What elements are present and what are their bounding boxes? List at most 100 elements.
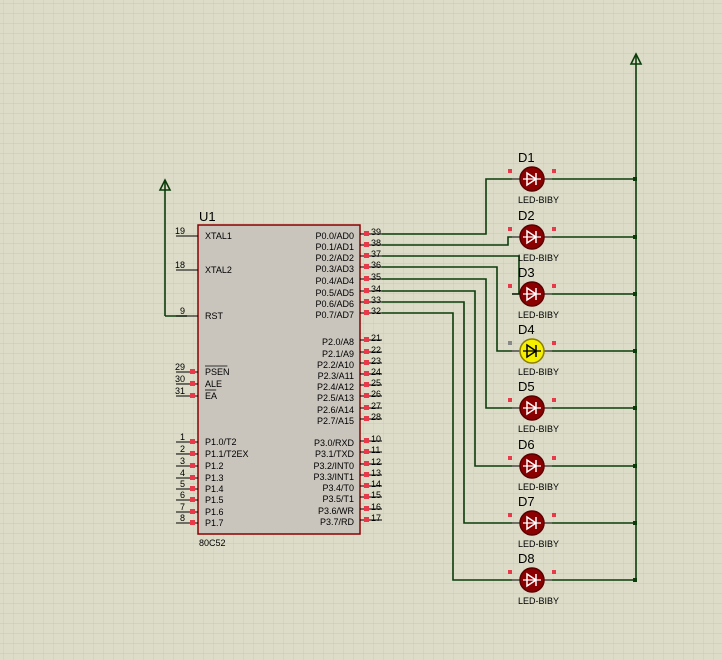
pin-label: P0.2/AD2	[315, 253, 354, 263]
pin-marker	[364, 288, 369, 293]
pin-marker	[190, 497, 195, 502]
pin-label: P2.0/A8	[322, 337, 354, 347]
pin-marker	[508, 513, 512, 517]
pin-number: 13	[371, 468, 381, 478]
pin-label: P3.3/INT1	[313, 472, 354, 482]
pin-number: 5	[180, 479, 185, 489]
pin-number: 26	[371, 389, 381, 399]
pin-marker	[364, 349, 369, 354]
pin-number: 39	[371, 227, 381, 237]
schematic-canvas[interactable]: U1 80C52 19 XTAL118 XTAL29 RST29 PSEN30 ALE31…	[0, 0, 722, 660]
led-ref: D2	[518, 208, 535, 223]
pin-marker	[364, 472, 369, 477]
pin-number: 19	[175, 226, 185, 236]
grid-background	[0, 0, 722, 660]
junction-dot	[633, 349, 637, 353]
pin-marker	[190, 463, 195, 468]
junction-dot	[633, 464, 637, 468]
pin-number: 27	[371, 401, 381, 411]
led-ref: D5	[518, 379, 535, 394]
microcontroller-chip[interactable]: U1 80C52 19 XTAL118 XTAL29 RST29 PSEN30 ALE31…	[175, 209, 382, 548]
pin-marker	[508, 227, 512, 231]
pin-number: 35	[371, 272, 381, 282]
pin-marker	[508, 169, 512, 173]
pin-marker	[364, 360, 369, 365]
pin-marker	[552, 169, 556, 173]
pin-number: 14	[371, 479, 381, 489]
pin-marker	[364, 231, 369, 236]
pin-label: P1.1/T2EX	[205, 449, 249, 459]
led-ref: D7	[518, 494, 535, 509]
led-part: LED-BIBY	[518, 310, 559, 320]
pin-marker	[552, 284, 556, 288]
junction-dot	[633, 578, 637, 582]
pin-number: 28	[371, 412, 381, 422]
pin-number: 32	[371, 306, 381, 316]
pin-label: XTAL2	[205, 265, 232, 275]
pin-number: 16	[371, 502, 381, 512]
pin-label: P2.2/A10	[317, 360, 354, 370]
pin-label: P0.5/AD5	[315, 288, 354, 298]
pin-marker	[552, 341, 556, 345]
pin-number: 17	[371, 513, 381, 523]
pin-number: 24	[371, 367, 381, 377]
pin-number: 36	[371, 260, 381, 270]
pin-marker	[364, 371, 369, 376]
led-ref: D1	[518, 150, 535, 165]
junction-dot	[633, 177, 637, 181]
pin-marker	[190, 451, 195, 456]
junction-dot	[633, 292, 637, 296]
pin-label: P1.6	[205, 507, 224, 517]
pin-marker	[364, 382, 369, 387]
pin-number: 25	[371, 378, 381, 388]
pin-number: 33	[371, 295, 381, 305]
pin-marker	[364, 461, 369, 466]
pin-label: P3.5/T1	[322, 494, 354, 504]
pin-number: 23	[371, 356, 381, 366]
pin-number: 18	[175, 260, 185, 270]
pin-marker	[364, 494, 369, 499]
pin-marker	[364, 242, 369, 247]
pin-label: P1.0/T2	[205, 437, 237, 447]
pin-number: 38	[371, 238, 381, 248]
pin-label: P0.6/AD6	[315, 299, 354, 309]
junction-dot	[633, 235, 637, 239]
pin-label: P0.3/AD3	[315, 264, 354, 274]
pin-label: P0.0/AD0	[315, 231, 354, 241]
pin-label: PSEN	[205, 367, 230, 377]
led-part: LED-BIBY	[518, 539, 559, 549]
pin-marker	[364, 517, 369, 522]
pin-marker	[364, 276, 369, 281]
led-ref: D3	[518, 265, 535, 280]
pin-number: 10	[371, 434, 381, 444]
pin-marker	[190, 393, 195, 398]
pin-marker	[552, 398, 556, 402]
pin-marker	[364, 506, 369, 511]
pin-label: P3.2/INT0	[313, 461, 354, 471]
pin-label: P2.3/A11	[318, 371, 354, 381]
pin-marker	[364, 449, 369, 454]
pin-label: P3.7/RD	[320, 517, 355, 527]
pin-number: 6	[180, 490, 185, 500]
led-part: LED-BIBY	[518, 596, 559, 606]
pin-marker	[190, 369, 195, 374]
pin-label: ALE	[205, 379, 222, 389]
led-part: LED-BIBY	[518, 367, 559, 377]
pin-marker	[364, 264, 369, 269]
led-part: LED-BIBY	[518, 482, 559, 492]
pin-number: 29	[175, 362, 185, 372]
led-part: LED-BIBY	[518, 424, 559, 434]
pin-marker	[508, 570, 512, 574]
pin-marker	[364, 310, 369, 315]
led-part: LED-BIBY	[518, 253, 559, 263]
pin-marker	[190, 520, 195, 525]
pin-marker	[508, 341, 512, 345]
led-ref: D6	[518, 437, 535, 452]
pin-label: P1.5	[205, 495, 224, 505]
pin-marker	[364, 253, 369, 258]
pin-label: P3.0/RXD	[314, 438, 355, 448]
chip-ref: U1	[199, 209, 216, 224]
pin-number: 1	[180, 432, 185, 442]
pin-label: P2.6/A14	[317, 405, 354, 415]
chip-part: 80C52	[199, 538, 226, 548]
